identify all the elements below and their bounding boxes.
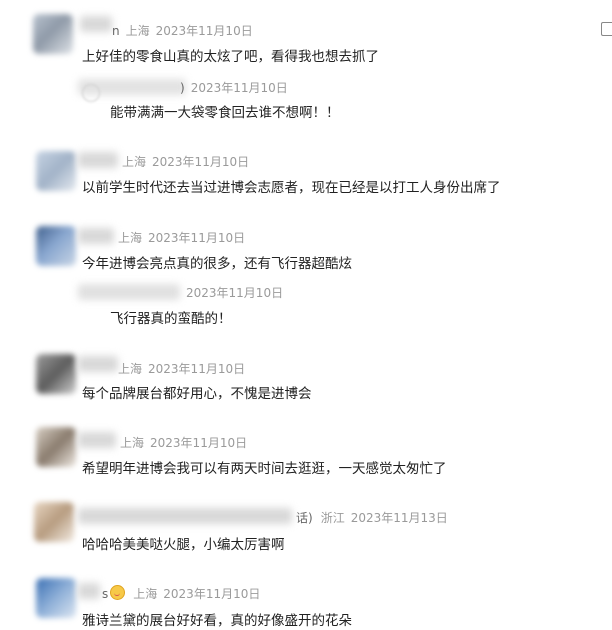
comment-meta: 上海 2023年11月10日 bbox=[118, 229, 245, 246]
username-suffix: n bbox=[112, 24, 120, 38]
blurred-username[interactable] bbox=[78, 152, 118, 168]
username-suffix: s bbox=[102, 587, 109, 601]
comment-meta: s 上海 2023年11月10日 bbox=[102, 585, 260, 602]
reply-date: 2023年11月10日 bbox=[190, 81, 288, 95]
comment-text: 今年进博会亮点真的很多，还有飞行器超酷炫 bbox=[82, 256, 352, 272]
comment-location: 上海 bbox=[118, 231, 143, 245]
comment-meta: 上海 2023年11月10日 bbox=[120, 434, 247, 451]
comment-meta: 上海 2023年11月10日 bbox=[122, 153, 249, 170]
blurred-username[interactable] bbox=[78, 432, 116, 448]
reply-text: 能带满满一大袋零食回去谁不想啊！！ bbox=[110, 105, 340, 121]
blurred-username[interactable] bbox=[78, 228, 114, 244]
reply-meta: 2023年11月10日 bbox=[186, 284, 283, 301]
comment-location: 上海 bbox=[125, 24, 150, 38]
username-suffix: 话) bbox=[296, 511, 313, 525]
username-suffix: ) bbox=[180, 81, 185, 95]
comment-meta: 话) 浙江 2023年11月13日 bbox=[296, 509, 448, 526]
blurred-username[interactable] bbox=[78, 356, 118, 372]
comment-location: 上海 bbox=[118, 362, 143, 376]
avatar[interactable] bbox=[34, 502, 74, 542]
comment-location: 上海 bbox=[133, 587, 158, 601]
comment-date: 2023年11月10日 bbox=[152, 155, 250, 169]
avatar[interactable] bbox=[36, 427, 76, 467]
reply-avatar bbox=[82, 84, 100, 102]
comment-date: 2023年11月13日 bbox=[350, 511, 448, 525]
comment-text: 每个品牌展台都好用心，不愧是进博会 bbox=[82, 386, 312, 402]
blurred-username[interactable] bbox=[80, 16, 112, 32]
avatar[interactable] bbox=[36, 578, 76, 618]
comment-text: 希望明年进博会我可以有两天时间去逛逛，一天感觉太匆忙了 bbox=[82, 461, 447, 477]
comment-location: 浙江 bbox=[320, 511, 345, 525]
comment-date: 2023年11月10日 bbox=[148, 362, 246, 376]
comment-date: 2023年11月10日 bbox=[155, 24, 253, 38]
comment-text: 哈哈哈美美哒火腿，小编太厉害啊 bbox=[82, 537, 285, 553]
blurred-username[interactable] bbox=[78, 583, 100, 599]
avatar[interactable] bbox=[36, 354, 76, 394]
avatar[interactable] bbox=[33, 14, 73, 54]
avatar[interactable] bbox=[36, 151, 76, 191]
reply-text: 飞行器真的蛮酷的！ bbox=[110, 311, 232, 327]
comment-date: 2023年11月10日 bbox=[163, 587, 261, 601]
avatar[interactable] bbox=[36, 226, 76, 266]
blurred-username[interactable] bbox=[78, 284, 180, 300]
reply-date: 2023年11月10日 bbox=[186, 286, 284, 300]
comment-meta: n 上海 2023年11月10日 bbox=[112, 22, 253, 39]
comment-meta: 上海 2023年11月10日 bbox=[118, 360, 245, 377]
blurred-username[interactable] bbox=[78, 508, 292, 524]
reply-meta: ) 2023年11月10日 bbox=[180, 79, 288, 96]
comment-text: 以前学生时代还去当过进博会志愿者，现在已经是以打工人身份出席了 bbox=[82, 180, 501, 196]
comment-date: 2023年11月10日 bbox=[148, 231, 246, 245]
comment-location: 上海 bbox=[122, 155, 147, 169]
comment-location: 上海 bbox=[120, 436, 145, 450]
reply-icon[interactable] bbox=[601, 22, 612, 36]
smile-emoji-icon bbox=[110, 585, 126, 600]
comment-date: 2023年11月10日 bbox=[150, 436, 248, 450]
comment-text: 雅诗兰黛的展台好好看，真的好像盛开的花朵 bbox=[82, 613, 352, 629]
comment-text: 上好佳的零食山真的太炫了吧，看得我也想去抓了 bbox=[82, 49, 379, 65]
